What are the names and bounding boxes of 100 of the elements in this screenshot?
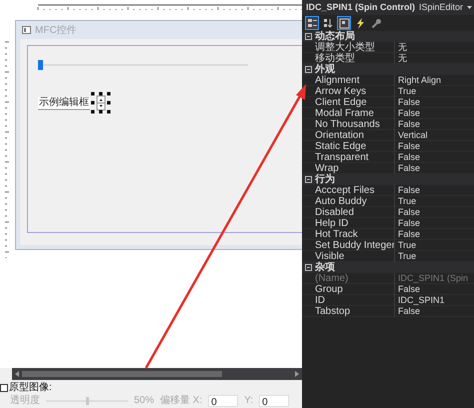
property-value: False: [394, 284, 420, 294]
collapse-icon[interactable]: [305, 66, 312, 73]
property-name: Client Edge: [314, 96, 368, 108]
category-header[interactable]: 行为: [302, 174, 474, 185]
property-name: Visible: [314, 250, 346, 262]
property-value: Vertical: [394, 130, 428, 140]
category-header[interactable]: 动态布局: [302, 31, 474, 42]
opacity-label: 透明度: [10, 394, 40, 407]
property-value: False: [394, 140, 420, 152]
property-row[interactable]: Help ID False: [302, 218, 474, 229]
property-name: 移动类型: [314, 52, 356, 64]
right-arrow-icon[interactable]: [295, 371, 299, 377]
toolbar-button[interactable]: [321, 16, 335, 30]
category-name: 动态布局: [315, 31, 355, 42]
property-row[interactable]: 调整大小类型 无: [302, 42, 474, 53]
property-row[interactable]: Alignment Right Align: [302, 75, 474, 86]
selected-spin-control[interactable]: [91, 92, 111, 114]
static-label: 示例编辑框: [38, 96, 90, 110]
property-name: Alignment: [314, 74, 360, 86]
left-arrow-icon[interactable]: [15, 371, 19, 377]
window-icon: [22, 26, 31, 34]
editor-name: ISpinEditor: [419, 0, 464, 14]
property-name: Hot Track: [314, 228, 359, 240]
property-value: False: [394, 218, 420, 228]
property-row[interactable]: ID IDC_SPIN1: [302, 295, 474, 306]
property-value: False: [394, 228, 420, 240]
property-page-icon: [338, 18, 350, 28]
category-name: 外观: [315, 64, 335, 75]
property-row[interactable]: Disabled False: [302, 207, 474, 218]
dialog-title: MFC控件: [35, 24, 77, 38]
slider[interactable]: [38, 60, 248, 70]
property-name: Arrow Keys: [314, 86, 368, 96]
property-value: True: [394, 240, 416, 250]
property-name: Auto Buddy: [314, 196, 368, 206]
property-row[interactable]: Transparent False: [302, 152, 474, 163]
property-row[interactable]: Client Edge False: [302, 97, 474, 108]
category-name: 杂项: [315, 262, 335, 273]
slider-thumb[interactable]: [38, 60, 43, 70]
category-header[interactable]: 外观: [302, 64, 474, 75]
property-name: Modal Frame: [314, 108, 375, 118]
property-value: False: [394, 306, 420, 316]
object-title: IDC_SPIN1 (Spin Control): [306, 0, 416, 14]
property-name: Acccept Files: [314, 184, 376, 196]
opacity-reading: 50%: [134, 394, 154, 407]
category-name: 行为: [315, 174, 335, 185]
collapse-icon[interactable]: [305, 33, 312, 40]
offset-label: 偏移量 X:: [160, 394, 202, 407]
property-value: False: [394, 96, 420, 108]
categorized-icon: [306, 18, 318, 28]
property-row[interactable]: Static Edge False: [302, 141, 474, 152]
property-row[interactable]: Acccept Files False: [302, 185, 474, 196]
property-value: False: [394, 152, 420, 162]
checkbox[interactable]: [0, 384, 8, 392]
property-value: False: [394, 206, 420, 218]
collapse-icon[interactable]: [305, 264, 312, 271]
property-name: No Thousands: [314, 118, 381, 130]
property-value: True: [394, 196, 416, 206]
opacity-slider[interactable]: [46, 396, 128, 404]
toolbar-button[interactable]: [369, 16, 383, 30]
property-name: Wrap: [314, 162, 340, 174]
sort-icon: [322, 18, 334, 28]
property-name: ID: [314, 294, 326, 306]
wrench-icon: [370, 18, 382, 28]
property-row[interactable]: Tabstop False: [302, 306, 474, 317]
property-value: True: [394, 86, 416, 96]
property-name: Orientation: [314, 130, 365, 140]
dropdown-icon[interactable]: [467, 6, 472, 9]
scrollbar-thumb[interactable]: [22, 371, 222, 377]
property-name: Help ID: [314, 218, 350, 228]
y-label: Y:: [244, 394, 254, 407]
property-value: IDC_SPIN1 (Spin: [394, 272, 468, 284]
property-row[interactable]: Set Buddy Integer True: [302, 240, 474, 251]
property-value: 无: [394, 42, 407, 52]
category-header[interactable]: 杂项: [302, 262, 474, 273]
property-value: False: [394, 118, 420, 130]
property-name: Disabled: [314, 206, 355, 218]
property-row[interactable]: Hot Track False: [302, 229, 474, 240]
checkbox-label: 原型图像:: [9, 381, 52, 394]
property-name: Tabstop: [314, 306, 352, 316]
property-name: (Name): [314, 272, 350, 284]
horizontal-scrollbar[interactable]: [12, 368, 302, 380]
property-name: Group: [314, 284, 344, 294]
collapse-icon[interactable]: [305, 176, 312, 183]
toolbar-button[interactable]: [305, 16, 319, 30]
property-value: Right Align: [394, 74, 442, 86]
x-spin-field[interactable]: 0: [208, 394, 238, 406]
property-row[interactable]: Auto Buddy True: [302, 196, 474, 207]
property-row[interactable]: Group False: [302, 284, 474, 295]
property-row[interactable]: Orientation Vertical: [302, 130, 474, 141]
lightning-icon: [354, 18, 366, 28]
property-name: 调整大小类型: [314, 42, 376, 52]
toolbar-button[interactable]: [337, 16, 351, 30]
property-name: Transparent: [314, 152, 370, 162]
property-row[interactable]: No Thousands False: [302, 119, 474, 130]
property-value: False: [394, 184, 420, 196]
property-name: Static Edge: [314, 140, 368, 152]
property-row[interactable]: Modal Frame False: [302, 108, 474, 119]
property-value: False: [394, 108, 420, 118]
y-spin-field[interactable]: 0: [259, 394, 290, 406]
property-name: Set Buddy Integer: [314, 240, 394, 250]
